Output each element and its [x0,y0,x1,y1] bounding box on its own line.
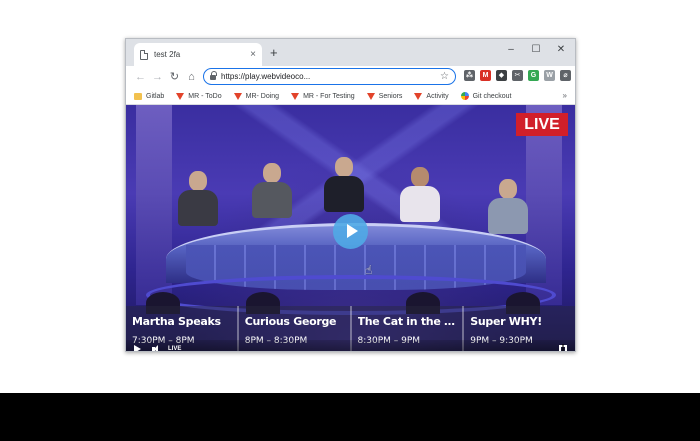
player-controls: LIVE [126,340,575,352]
fox-icon [291,92,300,100]
browser-tab[interactable]: test 2fa × [134,43,262,66]
program-title: The Cat in the Hat Kno... [357,315,457,328]
page-icon [140,49,148,60]
reload-button[interactable]: ↻ [166,69,183,85]
new-tab-button[interactable]: + [270,44,278,62]
panelist [324,157,364,212]
forward-button[interactable]: → [149,69,166,85]
bookmark-item[interactable]: Git checkout [460,92,512,100]
big-play-button[interactable] [333,214,368,249]
bookmarks-overflow-button[interactable]: » [563,91,567,100]
panelist [488,179,528,234]
shield-icon[interactable]: ◆ [496,70,507,81]
bookmark-star-icon[interactable]: ☆ [440,71,449,82]
bookmark-label: Gitlab [146,92,165,100]
back-button[interactable]: ← [132,69,149,85]
document-icon[interactable]: W [544,70,555,81]
home-button[interactable]: ⌂ [183,69,200,85]
bookmark-item[interactable]: MR - ToDo [176,92,222,100]
browser-window: test 2fa × + – ☐ ✕ ← → ↻ ⌂ https://play.… [125,38,576,352]
mail-badge-icon[interactable]: M [480,70,491,81]
extensions-area: ⁂M◆✂GW⌀f?✉✎✚●⋮ [464,70,575,81]
close-window-button[interactable]: ✕ [550,42,572,58]
eyedropper-icon[interactable]: ⌀ [560,70,571,81]
fullscreen-icon[interactable] [559,344,567,351]
bookmark-label: MR- Doing [245,92,280,100]
bookmark-item[interactable]: Gitlab [134,92,165,100]
fox-icon [176,92,185,100]
bookmark-label: Activity [426,92,449,100]
fox-icon [233,92,242,100]
url-text[interactable]: https://play.webvideoco... [221,72,440,81]
program-title: Super WHY! [470,315,542,328]
live-indicator: LIVE [168,346,182,352]
folder-icon [134,92,142,100]
bottom-black-bar [0,393,700,441]
video-player[interactable]: LIVE ☝ Martha Speaks7:30PM – 8PMCurious … [126,105,575,352]
bookmark-item[interactable]: MR - For Testing [291,92,355,100]
minimize-button[interactable]: – [500,42,522,58]
fox-icon [414,92,423,100]
refresh-green-icon[interactable]: G [528,70,539,81]
gear-icon [460,92,469,100]
title-bar: test 2fa × + – ☐ ✕ [126,39,575,66]
bookmarks-bar: Gitlab MR - ToDo MR- Doing MR - For Testing… [126,88,575,105]
address-bar[interactable]: https://play.webvideoco... ☆ [203,68,456,85]
bookmark-label: MR - ToDo [188,92,222,100]
page: test 2fa × + – ☐ ✕ ← → ↻ ⌂ https://play.… [0,0,700,441]
panelist [178,171,218,226]
panelist [252,163,292,218]
tab-close-icon[interactable]: × [250,49,256,60]
scissors-icon[interactable]: ✂ [512,70,523,81]
mouse-cursor-icon: ☝ [365,263,373,277]
fox-icon [366,92,375,100]
play-icon[interactable] [134,345,141,351]
bookmark-label: Seniors [378,92,403,100]
bookmark-label: MR - For Testing [303,92,355,100]
panelist [400,167,440,222]
bookmark-label: Git checkout [472,92,512,100]
grid-icon[interactable]: ⁂ [464,70,475,81]
bookmark-item[interactable]: MR- Doing [233,92,280,100]
volume-icon[interactable] [152,345,162,351]
program-title: Martha Speaks [132,315,221,328]
maximize-button[interactable]: ☐ [525,42,547,58]
browser-toolbar: ← → ↻ ⌂ https://play.webvideoco... ☆ ⁂ M ◆… [126,66,575,88]
lock-icon [210,71,217,80]
bookmark-item[interactable]: Seniors [366,92,403,100]
tab-title: test 2fa [154,50,181,59]
live-badge: LIVE [516,113,568,136]
program-title: Curious George [244,315,337,328]
bookmark-item[interactable]: Activity [414,92,449,100]
